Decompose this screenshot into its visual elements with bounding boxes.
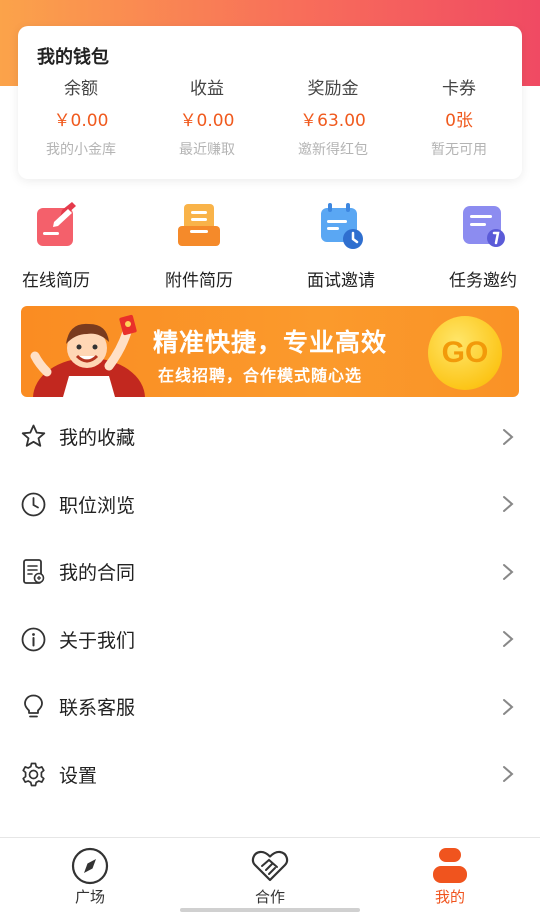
feature-row: 在线简历 附件简历 面试邀请 任务邀约	[0, 200, 540, 295]
menu-list: 我的收藏 职位浏览 我的合同 关于我们 联系客服 设置	[0, 403, 540, 808]
feature-interview-invite[interactable]: 面试邀请	[276, 200, 406, 292]
task-invite-icon	[463, 206, 505, 247]
wallet-bonus[interactable]: 奖励金 ￥63.00 邀新得红包	[270, 78, 396, 160]
tab-mine-label: 我的	[434, 888, 465, 906]
wallet-coupons-label: 卡券	[442, 79, 476, 99]
menu-item-contracts[interactable]: 我的合同	[0, 538, 540, 606]
wallet-title: 我的钱包	[37, 47, 109, 68]
banner-subline: 在线招聘，合作模式随心选	[158, 366, 363, 385]
wallet-coupons-value: 0张	[445, 111, 473, 131]
chevron-right-icon	[503, 766, 514, 783]
bottom-tab-bar: 广场 合作 我的	[0, 837, 540, 913]
wallet-balance[interactable]: 余额 ￥0.00 我的小金库	[18, 78, 144, 160]
wallet-earnings-label: 收益	[190, 79, 224, 99]
wallet-earnings-value: ￥0.00	[179, 111, 235, 131]
chevron-right-icon	[503, 428, 514, 445]
lightbulb-icon	[24, 694, 43, 718]
info-icon	[21, 627, 46, 652]
menu-item-customer-service[interactable]: 联系客服	[0, 673, 540, 741]
menu-item-settings[interactable]: 设置	[0, 741, 540, 809]
menu-item-favorites[interactable]: 我的收藏	[0, 403, 540, 471]
menu-item-about-us-label: 关于我们	[59, 629, 136, 652]
chevron-right-icon	[503, 698, 514, 715]
profile-icon	[433, 848, 467, 883]
handshake-icon	[251, 850, 289, 882]
wallet-bonus-value: ￥63.00	[300, 111, 366, 131]
compass-icon	[71, 847, 109, 885]
star-icon	[21, 424, 46, 447]
wallet-balance-value: ￥0.00	[53, 111, 109, 131]
tab-cooperation-label: 合作	[254, 888, 285, 906]
banner-go-button[interactable]: GO	[428, 316, 502, 390]
clock-icon	[21, 492, 46, 517]
tab-square[interactable]: 广场	[40, 846, 140, 906]
banner-headline: 精准快捷，专业高效	[153, 328, 388, 357]
menu-item-browse-jobs-label: 职位浏览	[59, 494, 136, 517]
chevron-right-icon	[503, 563, 514, 580]
menu-item-customer-service-label: 联系客服	[59, 697, 136, 720]
chevron-right-icon	[503, 631, 514, 648]
wallet-balance-sub: 我的小金库	[46, 142, 116, 158]
wallet-earnings[interactable]: 收益 ￥0.00 最近赚取	[144, 78, 270, 160]
feature-interview-invite-label: 面试邀请	[307, 271, 375, 291]
wallet-coupons[interactable]: 卡券 0张 暂无可用	[396, 78, 522, 160]
feature-online-resume-label: 在线简历	[22, 271, 90, 291]
contract-icon	[23, 559, 45, 585]
chevron-right-icon	[503, 496, 514, 513]
menu-item-contracts-label: 我的合同	[59, 562, 136, 585]
interview-invite-icon	[321, 203, 363, 249]
tab-mine[interactable]: 我的	[400, 846, 500, 906]
online-resume-icon	[37, 202, 76, 246]
menu-item-favorites-label: 我的收藏	[59, 427, 136, 450]
promo-banner[interactable]: 精准快捷，专业高效 在线招聘，合作模式随心选 GO	[21, 306, 519, 397]
menu-item-about-us[interactable]: 关于我们	[0, 606, 540, 674]
wallet-bonus-label: 奖励金	[307, 79, 359, 99]
gear-icon	[22, 762, 45, 787]
feature-task-invite-label: 任务邀约	[449, 271, 517, 291]
menu-item-settings-label: 设置	[59, 764, 98, 787]
wallet-card: 我的钱包 余额 ￥0.00 我的小金库 收益 ￥0.00 最近赚取 奖励金 ￥6…	[18, 26, 522, 179]
mascot-illustration	[30, 314, 145, 397]
home-indicator	[180, 908, 360, 912]
feature-task-invite[interactable]: 任务邀约	[418, 200, 540, 292]
tab-square-label: 广场	[74, 888, 105, 906]
tab-cooperation[interactable]: 合作	[220, 846, 320, 906]
attachment-resume-icon	[178, 204, 220, 246]
wallet-bonus-sub: 邀新得红包	[298, 142, 368, 158]
feature-attachment-resume[interactable]: 附件简历	[134, 200, 264, 292]
feature-online-resume[interactable]: 在线简历	[0, 200, 121, 292]
wallet-earnings-sub: 最近赚取	[179, 142, 235, 158]
wallet-balance-label: 余额	[64, 79, 98, 99]
feature-attachment-resume-label: 附件简历	[165, 271, 233, 291]
menu-item-browse-jobs[interactable]: 职位浏览	[0, 471, 540, 539]
wallet-coupons-sub: 暂无可用	[431, 142, 487, 158]
